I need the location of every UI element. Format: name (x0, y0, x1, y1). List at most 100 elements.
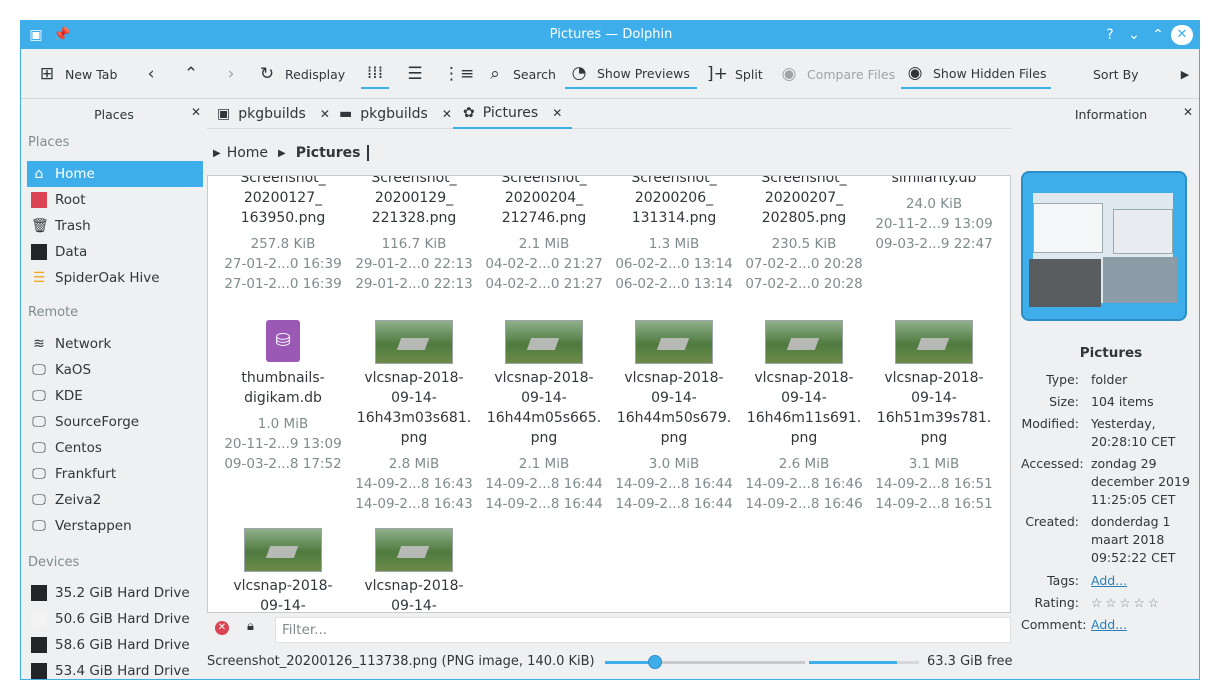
file-name-line: digikam.db (244, 390, 322, 406)
show-hidden-files-button[interactable]: ◉ Show Hidden Files (901, 59, 1051, 89)
file-tile[interactable]: vlcsnap-2018- 09-14- (349, 528, 479, 612)
minimize-icon[interactable]: ⌄ (1125, 21, 1143, 49)
info-row-label: Modified: (1021, 416, 1079, 431)
sort-by-button[interactable]: Sort By (1061, 59, 1143, 89)
zoom-slider[interactable] (605, 655, 805, 669)
info-item-name: Pictures (1079, 345, 1143, 361)
compact-view-button[interactable]: ☰ (401, 59, 429, 89)
compare-files-button[interactable]: ◉ Compare Files (775, 59, 899, 89)
split-icon: ]+ (707, 64, 728, 84)
remote-item-centos[interactable]: 🖵 Centos (27, 435, 203, 461)
toolbar-overflow-button[interactable]: ▶ (1171, 59, 1199, 89)
file-tile[interactable]: vlcsnap-2018- 09-14- 16h46m11s691. png 2.6 M… (739, 320, 869, 514)
maximize-icon[interactable]: ⌃ (1149, 21, 1167, 49)
file-tile[interactable]: similarity.db 24.0 KiB 20-11-2...9 13:09 09… (869, 176, 999, 254)
help-button[interactable]: ? (1101, 21, 1119, 49)
network-icon: ≋ (33, 336, 45, 352)
close-icon[interactable]: ✕ (1183, 105, 1193, 119)
tab-pkgbuilds-2[interactable]: ▬ pkgbuilds ✕ (329, 99, 462, 129)
places-item-trash[interactable]: 🗑 Trash (27, 213, 203, 239)
breadcrumb-separator-icon[interactable]: ▶ (278, 148, 286, 159)
remote-item-sourceforge[interactable]: 🖵 SourceForge (27, 409, 203, 435)
new-tab-button[interactable]: ⊞ New Tab (33, 59, 121, 89)
search-button[interactable]: ⌕ Search (481, 59, 560, 89)
breadcrumb-pictures[interactable]: Pictures (296, 145, 369, 161)
file-tile[interactable]: Screenshot_ 20200206_ 131314.png 1.3 MiB 06-… (609, 176, 739, 294)
info-row-value: 104 items (1091, 393, 1199, 411)
tab-pkgbuilds-1[interactable]: ▣ pkgbuilds ✕ (207, 99, 340, 129)
forward-button[interactable]: › (217, 59, 245, 89)
redisplay-button[interactable]: ↻ Redisplay (253, 59, 349, 89)
file-tile[interactable]: vlcsnap-2018- 09-14- 16h51m39s781. png 3.1 M… (869, 320, 999, 514)
file-name-line: 20200204_ (504, 190, 584, 206)
file-name-line: 20200129_ (374, 190, 454, 206)
filter-input[interactable]: Filter... (275, 617, 1011, 643)
file-view[interactable]: Screenshot_ 20200127_ 163950.png 257.8 KiB 2… (207, 175, 1011, 613)
folder-icon: ▬ (339, 106, 353, 122)
image-thumbnail (505, 320, 583, 364)
details-view-button[interactable]: ⋮≡ (439, 59, 474, 89)
device-item-4[interactable]: 53.4 GiB Hard Drive (27, 658, 203, 679)
lock-icon[interactable]: 🔒︎ (247, 619, 254, 634)
remote-item-kde[interactable]: 🖵 KDE (27, 383, 203, 409)
file-meta-size: 1.3 MiB (648, 236, 700, 252)
close-icon[interactable]: ✕ (442, 107, 452, 121)
chevron-right-icon: › (227, 64, 235, 84)
file-name-line: 09-14- (651, 390, 697, 406)
remote-item-frankfurt[interactable]: 🖵 Frankfurt (27, 461, 203, 487)
rating-stars[interactable]: ☆☆☆☆☆ (1091, 594, 1199, 612)
add-tags-link[interactable]: Add... (1091, 572, 1199, 590)
file-meta-d2: 04-02-2...0 21:27 (485, 276, 603, 292)
close-icon[interactable]: ✕ (191, 105, 201, 119)
file-name-line: Screenshot_ (501, 175, 587, 186)
info-row-value-line: 09:52:22 CET (1091, 550, 1176, 565)
file-meta-d2: 29-01-2...0 22:13 (355, 276, 473, 292)
back-button[interactable]: ‹ (137, 59, 165, 89)
file-tile[interactable]: vlcsnap-2018- 09-14- 16h43m03s681. png 2.8 M… (349, 320, 479, 514)
file-meta-d2: 14-09-2...8 16:51 (875, 496, 993, 512)
breadcrumb-home[interactable]: Home (227, 145, 268, 161)
show-previews-button[interactable]: ◔ Show Previews (565, 59, 697, 89)
breadcrumb-root-arrow-icon[interactable]: ▶ (213, 148, 221, 159)
close-icon[interactable]: ✕ (1171, 25, 1193, 45)
device-item-2[interactable]: 50.6 GiB Hard Drive (27, 606, 203, 632)
zoom-slider-handle[interactable] (648, 655, 662, 669)
hard-drive-icon (31, 585, 47, 601)
places-item-home[interactable]: ⌂ Home (27, 161, 203, 187)
file-tile[interactable]: Screenshot_ 20200129_ 221328.png 116.7 KiB 2… (349, 176, 479, 294)
device-item-1[interactable]: 35.2 GiB Hard Drive (27, 580, 203, 606)
file-tile[interactable]: Screenshot_ 20200207_ 202805.png 230.5 KiB 0… (739, 176, 869, 294)
up-button[interactable]: ⌃ (177, 59, 205, 89)
device-item-3[interactable]: 58.6 GiB Hard Drive (27, 632, 203, 658)
places-panel: Places ✕ Places ⌂ Home Root 🗑 Trash Data ☰… (21, 99, 207, 679)
places-item-data[interactable]: Data (27, 239, 203, 265)
remote-item-verstappen[interactable]: 🖵 Verstappen (27, 513, 203, 539)
add-comment-link[interactable]: Add... (1091, 616, 1199, 634)
file-meta-size: 257.8 KiB (250, 236, 316, 252)
terminal-icon: ▣ (217, 106, 231, 122)
file-tile[interactable]: ⛁ thumbnails-digikam.db 1.0 MiB 20-11-2...9… (218, 320, 348, 474)
places-item-root[interactable]: Root (27, 187, 203, 213)
file-tile[interactable]: vlcsnap-2018- 09-14- 16h44m05s665. png 2.1 M… (479, 320, 609, 514)
remote-item-network[interactable]: ≋ Network (27, 331, 203, 357)
tab-pictures[interactable]: ✿ Pictures ✕ (453, 99, 573, 129)
file-tile[interactable]: vlcsnap-2018- 09-14- 16h44m50s679. png 3.0 M… (609, 320, 739, 514)
file-meta-d2: 06-02-2...0 13:14 (615, 276, 733, 292)
file-tile[interactable]: vlcsnap-2018- 09-14- (218, 528, 348, 612)
trash-icon: 🗑 (31, 218, 49, 234)
places-item-spideroak[interactable]: ☰ SpiderOak Hive (27, 265, 203, 291)
image-thumbnail (765, 320, 843, 364)
file-meta-d1: 20-11-2...9 13:09 (875, 216, 993, 232)
file-meta-d1: 29-01-2...0 22:13 (355, 256, 473, 272)
info-row-value: Yesterday, 20:28:10 CET (1091, 415, 1199, 451)
remote-item-kaos[interactable]: 🖵 KaOS (27, 357, 203, 383)
file-name-line: png (530, 430, 558, 446)
file-tile[interactable]: Screenshot_ 20200127_ 163950.png 257.8 KiB 2… (218, 176, 348, 294)
close-icon[interactable]: ✕ (552, 106, 562, 120)
remote-item-zeiva2[interactable]: 🖵 Zeiva2 (27, 487, 203, 513)
file-tile[interactable]: Screenshot_ 20200204_ 212746.png 2.1 MiB 04-… (479, 175, 609, 294)
icons-view-button[interactable]: ⁞⁞⁞ (361, 59, 389, 89)
chevron-left-icon: ‹ (147, 64, 155, 84)
split-button[interactable]: ]+ Split (703, 59, 767, 89)
clear-filter-icon[interactable]: ✕ (215, 621, 229, 635)
